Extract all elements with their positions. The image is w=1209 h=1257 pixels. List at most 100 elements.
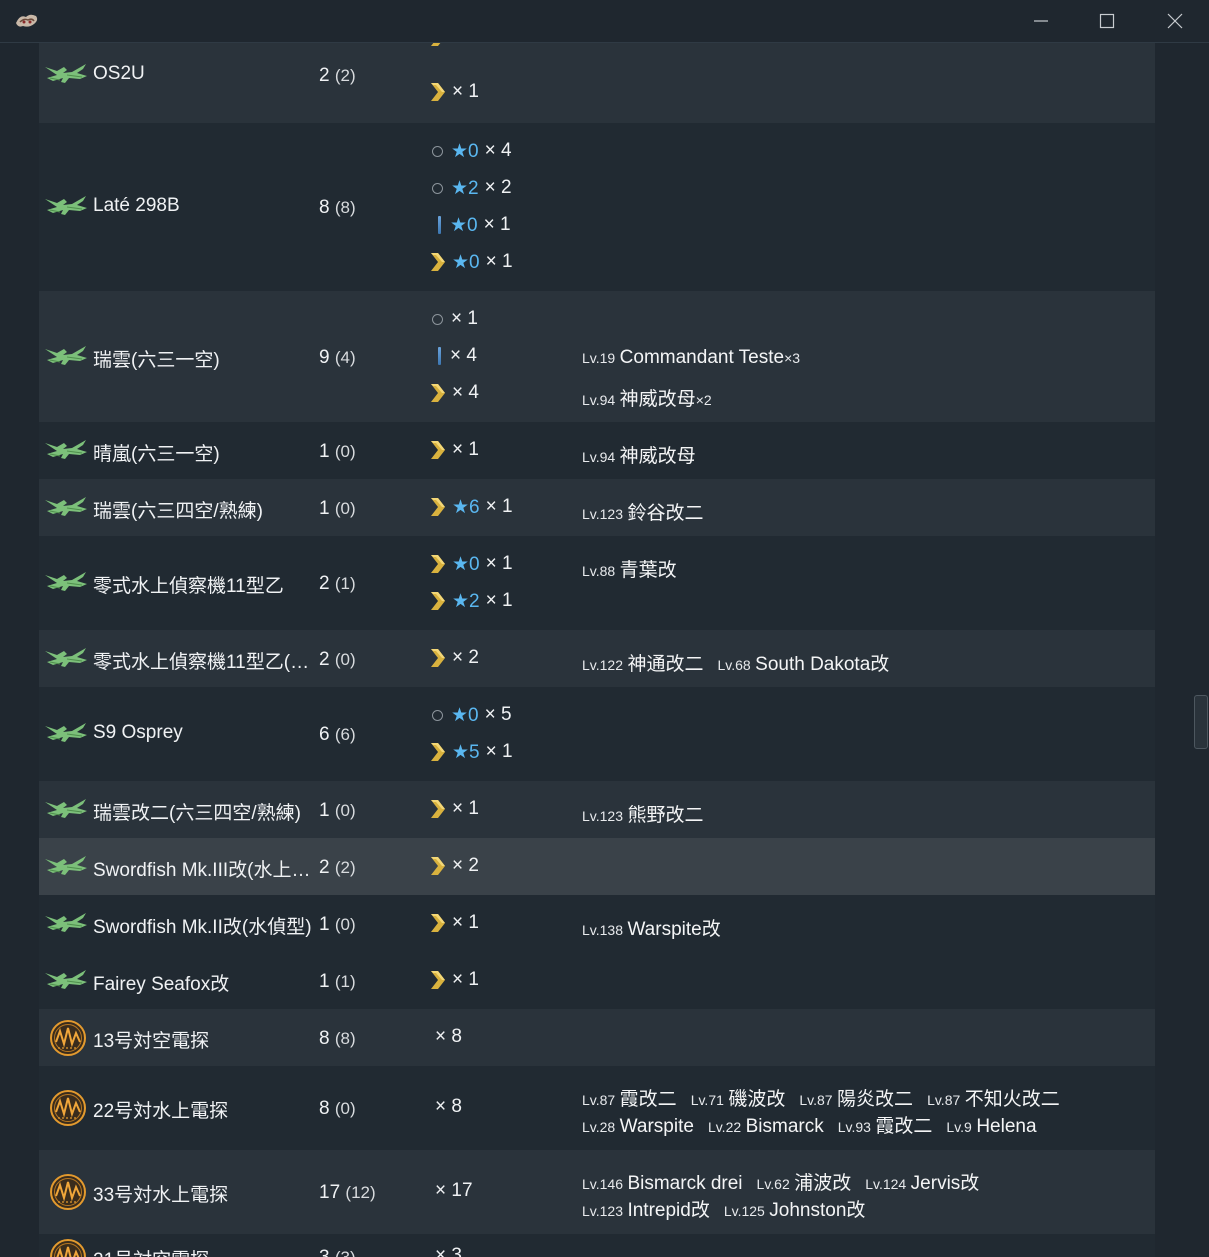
ship-entry: Lv.62 浦波改 — [757, 1173, 852, 1194]
ship-entry: Lv.93 霞改二 — [838, 1116, 933, 1137]
ship-name: 神通改二 — [627, 654, 704, 675]
improvement-level: ★0 — [452, 553, 480, 575]
equipment-count: 8 (0) — [319, 1098, 356, 1120]
radar-icon — [45, 1171, 91, 1211]
unused-count: (8) — [334, 198, 356, 217]
equipment-row[interactable]: Swordfish Mk.II改(水偵型) 1 (0) × 1 Lv.138 Wars… — [39, 895, 1155, 952]
equipment-row[interactable]: 瑞雲(六三一空) 9 (4) × 1 × 4 × 4 Lv.19 Commandant T… — [39, 291, 1155, 422]
ship-entry: Lv.9 Helena — [946, 1116, 1037, 1137]
seaplane-icon — [42, 713, 88, 753]
equipment-name: S9 Osprey — [93, 722, 183, 743]
improvement-level: ★0 — [451, 140, 479, 162]
quantity: × 17 — [435, 1180, 473, 1201]
proficiency-line: ★0 × 4 — [429, 139, 512, 163]
proficiency-chevron-icon — [429, 553, 447, 575]
proficiency-bar-icon — [438, 347, 441, 365]
equipment-row[interactable]: 13号対空電探 8 (8) × 8 — [39, 1009, 1155, 1066]
ship-name: 浦波改 — [794, 1173, 852, 1194]
close-button[interactable] — [1152, 0, 1198, 42]
equipment-row[interactable]: Swordfish Mk.III改(水上機型) 2 (2) × 2 — [39, 838, 1155, 895]
proficiency-none-icon — [432, 145, 443, 157]
ship-level: Lv.22 — [707, 1119, 742, 1135]
quantity: × 1 — [452, 439, 479, 460]
proficiency-chevron-icon — [429, 590, 447, 612]
equipment-row[interactable]: 晴嵐(六三一空) 1 (0) × 1 Lv.94 神威改母 — [39, 422, 1155, 479]
equipment-list-panel[interactable]: OS2U 2 (2) × 1 Laté 298B 8 (8) ★0 × 4 ★2 × 2 ★0 × … — [39, 43, 1155, 1257]
ship-level: Lv.87 — [582, 1092, 616, 1108]
ship-name: Helena — [976, 1116, 1037, 1137]
equipment-row[interactable]: 21号対空電探3 (3) × 3 — [39, 1234, 1155, 1257]
seaplane-icon — [42, 186, 88, 226]
scrollbar-thumb[interactable] — [1194, 695, 1208, 749]
equipment-row[interactable]: 瑞雲(六三四空/熟練) 1 (0) ★6 × 1 Lv.123 鈴谷改二 — [39, 479, 1155, 536]
seaplane-icon — [42, 789, 88, 829]
equipment-row[interactable]: Laté 298B 8 (8) ★0 × 4 ★2 × 2 ★0 × 1 ★0 × 1 — [39, 123, 1155, 291]
ship-name: 陽炎改二 — [837, 1089, 914, 1110]
equipment-count: 1 (0) — [319, 800, 356, 822]
ship-name: 磯波改 — [728, 1089, 786, 1110]
ship-entry: Lv.68 South Dakota改 — [717, 654, 889, 675]
proficiency-line: ★0 × 5 — [429, 703, 512, 727]
equipment-count: 8 (8) — [319, 1028, 356, 1050]
equipment-name: 22号対水上電探 — [93, 1101, 229, 1122]
proficiency-chevron-icon — [429, 912, 447, 934]
proficiency-none-icon — [432, 709, 443, 721]
proficiency-chevron-icon — [429, 439, 447, 461]
proficiency-line: × 1 — [429, 968, 479, 992]
quantity: × 4 — [452, 382, 479, 403]
proficiency-chevron-icon — [429, 496, 447, 518]
quantity: × 2 — [452, 647, 479, 668]
proficiency-line: × 1 — [429, 911, 479, 935]
ship-level: Lv.9 — [946, 1119, 972, 1135]
seaplane-icon — [42, 638, 88, 678]
total-count: 1 — [319, 441, 330, 462]
proficiency-line: × 2 — [429, 646, 479, 670]
unused-count: (8) — [334, 1029, 356, 1048]
equipment-row[interactable]: 零式水上偵察機11型乙(熟練) 2 (0) × 2 Lv.122 神通改二 Lv.68 … — [39, 630, 1155, 687]
equipment-row[interactable]: Fairey Seafox改 1 (1) × 1 — [39, 952, 1155, 1009]
seaplane-icon — [42, 487, 88, 527]
ship-name: 鈴谷改二 — [627, 503, 704, 524]
quantity: × 1 — [485, 553, 513, 574]
total-count: 8 — [319, 1028, 330, 1049]
unused-count: (0) — [334, 499, 356, 518]
ship-equip-count: ×2 — [695, 392, 712, 408]
proficiency-chevron-icon — [429, 647, 447, 669]
ship-entry: Lv.124 Jervis改 — [865, 1173, 979, 1194]
equipment-row[interactable]: 瑞雲改二(六三四空/熟練) 1 (0) × 1 Lv.123 熊野改二 — [39, 781, 1155, 838]
quantity: × 8 — [435, 1026, 462, 1047]
quantity: × 2 — [484, 177, 512, 198]
minimize-button[interactable] — [1018, 0, 1064, 42]
radar-icon — [45, 1087, 91, 1127]
unused-count: (3) — [335, 1248, 356, 1257]
proficiency-line: × 8 — [429, 1025, 462, 1049]
equipment-name: Laté 298B — [93, 195, 180, 216]
equipment-row[interactable]: 22号対水上電探 8 (0) × 8 Lv.87 霞改二 Lv.71 磯波改 Lv.87 … — [39, 1066, 1155, 1150]
proficiency-chevron-icon — [429, 43, 447, 48]
equipment-name: 33号対水上電探 — [93, 1185, 229, 1206]
app-logo-icon — [16, 14, 38, 27]
proficiency-none-icon — [432, 313, 443, 325]
quantity: × 1 — [485, 741, 513, 762]
proficiency-line: × 1 — [429, 80, 479, 104]
seaplane-icon — [42, 960, 88, 1000]
ship-entry: Lv.94 神威改母 — [582, 446, 696, 467]
equipment-row[interactable]: OS2U 2 (2) × 1 — [39, 43, 1155, 123]
equipment-count: 9 (4) — [319, 347, 356, 369]
ship-entry: Lv.87 陽炎改二 — [799, 1089, 914, 1110]
total-count: 2 — [319, 573, 330, 594]
equipment-row[interactable]: 零式水上偵察機11型乙 2 (1) ★0 × 1 ★2 × 1 Lv.88 青葉改 — [39, 536, 1155, 630]
proficiency-chevron-icon — [429, 969, 447, 991]
ship-entry: Lv.138 Warspite改 — [582, 919, 721, 940]
equipment-row[interactable]: 33号対水上電探 17 (12) × 17 Lv.146 Bismarck drei L… — [39, 1150, 1155, 1234]
seaplane-icon — [42, 54, 88, 94]
equipment-row[interactable]: S9 Osprey 6 (6) ★0 × 5 ★5 × 1 — [39, 687, 1155, 781]
unused-count: (4) — [334, 348, 356, 367]
equipment-name: Swordfish Mk.II改(水偵型) — [93, 917, 312, 938]
radar-icon — [45, 1236, 91, 1257]
maximize-button[interactable] — [1084, 0, 1130, 42]
total-count: 8 — [319, 1098, 330, 1119]
proficiency-line: ★2 × 1 — [429, 589, 513, 613]
improvement-level: ★6 — [452, 496, 480, 518]
total-count: 1 — [319, 800, 330, 821]
